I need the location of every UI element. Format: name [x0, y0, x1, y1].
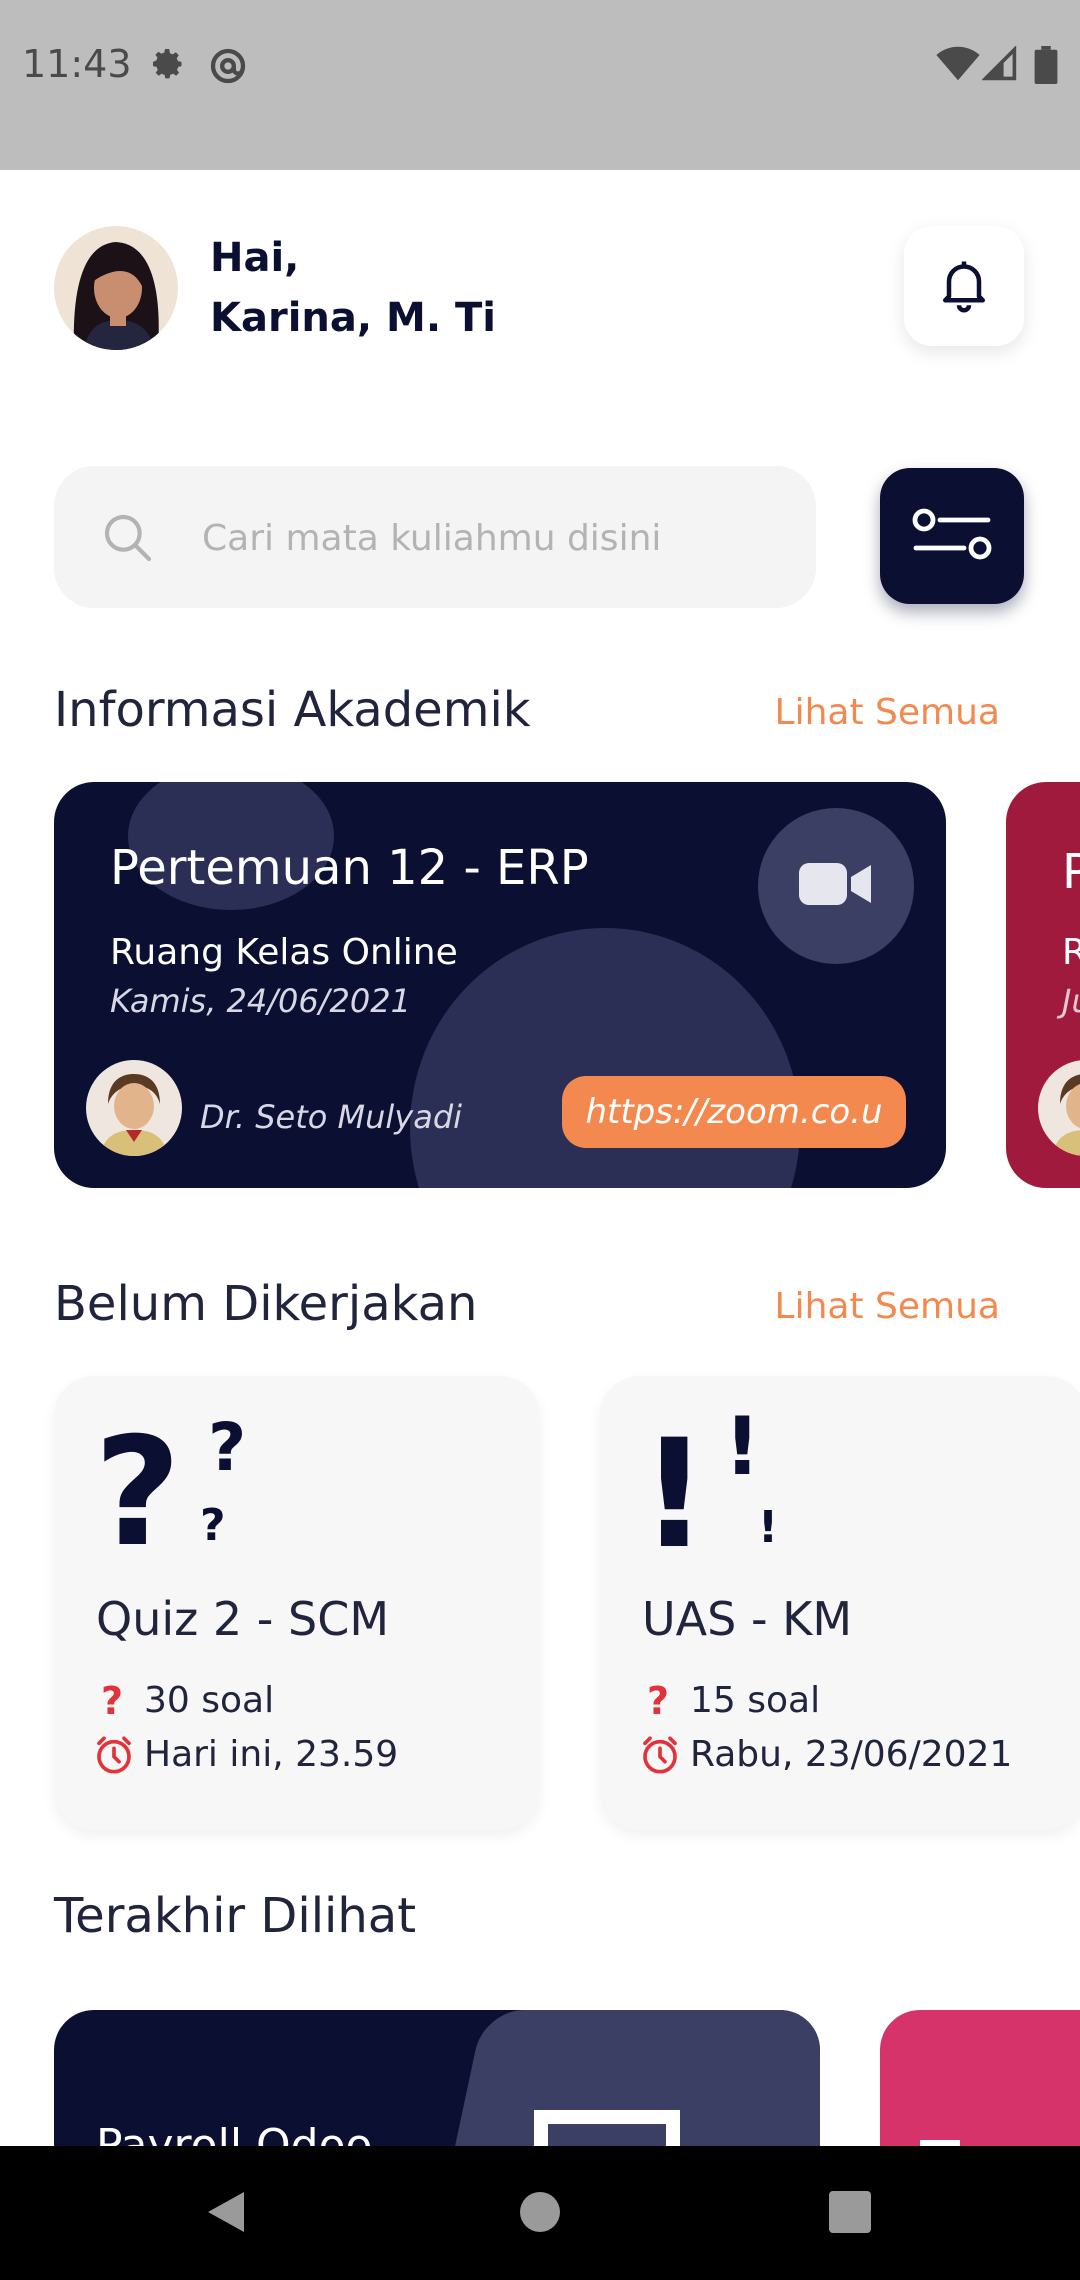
task-card[interactable]: ! ! ! UAS - KM ? 15 soal Rabu, 23/06/202… [600, 1376, 1080, 1830]
status-time: 11:43 [22, 42, 132, 86]
task-deadline-text: Rabu, 23/06/2021 [690, 1734, 1013, 1775]
see-all-pending-link[interactable]: Lihat Semua [775, 1286, 1000, 1327]
section-title-academic: Informasi Akademik [54, 682, 531, 738]
section-title-recent: Terakhir Dilihat [54, 1888, 417, 1944]
cellular-signal-icon [981, 45, 1018, 86]
academic-card-room: R [1062, 932, 1080, 973]
notification-button[interactable] [904, 226, 1024, 346]
svg-text:!: ! [758, 1502, 778, 1553]
question-mark-icon: ? [94, 1682, 134, 1720]
search-input[interactable] [202, 508, 782, 568]
recents-square-icon [829, 2191, 871, 2237]
home-button[interactable] [500, 2174, 580, 2254]
task-deadline: Rabu, 23/06/2021 [640, 1734, 1012, 1775]
recents-button[interactable] [810, 2174, 890, 2254]
task-title: Quiz 2 - SCM [96, 1592, 390, 1646]
academic-card-date: Kamis, 24/06/2021 [110, 982, 411, 1020]
task-card[interactable]: ? ? ? Quiz 2 - SCM ? 30 soal Hari ini, 2… [54, 1376, 540, 1830]
task-question-count: ? 15 soal [640, 1680, 820, 1721]
task-count-text: 30 soal [144, 1680, 275, 1721]
academic-card-title: Pertemuan 12 - ERP [110, 840, 589, 896]
task-count-text: 15 soal [690, 1680, 821, 1721]
academic-card-title: P [1062, 844, 1080, 900]
svg-text:?: ? [200, 1500, 226, 1551]
bell-icon [934, 254, 994, 318]
academic-card-date: Ju [1062, 982, 1080, 1020]
wifi-icon [936, 46, 980, 86]
back-triangle-icon [204, 2188, 248, 2240]
settings-icon [150, 46, 186, 86]
academic-card[interactable]: Pertemuan 12 - ERP Ruang Kelas Online Ka… [54, 782, 946, 1188]
meeting-link-button[interactable]: https://zoom.co.u [562, 1076, 906, 1148]
search-bar[interactable] [54, 466, 816, 608]
video-camera-icon [799, 859, 873, 913]
greeting: Hai, Karina, M. Ti [210, 228, 496, 348]
search-icon [100, 510, 156, 570]
svg-text:?: ? [208, 1409, 246, 1486]
back-button[interactable] [186, 2174, 266, 2254]
task-deadline-text: Hari ini, 23.59 [144, 1734, 399, 1775]
greeting-hello: Hai, [210, 235, 300, 281]
question-marks-icon: ? ? ? [94, 1406, 274, 1580]
at-sign-icon [208, 46, 248, 90]
task-title: UAS - KM [642, 1592, 853, 1646]
lecturer-avatar [1038, 1060, 1080, 1156]
video-call-button[interactable] [758, 808, 914, 964]
clock-icon [94, 1735, 134, 1775]
status-bar: 11:43 [0, 0, 1080, 170]
home-screen: 11:43 Hai, Karina, M. Ti Cari mata kulia… [0, 0, 1080, 2280]
user-name: Karina, M. Ti [210, 295, 496, 341]
card-decoration [410, 928, 800, 1188]
question-mark-icon: ? [640, 1682, 680, 1720]
svg-text:?: ? [94, 1406, 181, 1566]
see-all-academic-link[interactable]: Lihat Semua [775, 692, 1000, 733]
clock-icon [640, 1735, 680, 1775]
battery-icon [1034, 46, 1058, 88]
filter-button[interactable] [880, 468, 1024, 604]
svg-text:?: ? [101, 1682, 123, 1720]
filter-icon [910, 504, 994, 568]
section-title-pending: Belum Dikerjakan [54, 1276, 478, 1332]
academic-card[interactable]: P R Ju [1006, 782, 1080, 1188]
lecturer-name: Dr. Seto Mulyadi [200, 1098, 463, 1136]
svg-text:?: ? [647, 1682, 669, 1720]
lecturer-avatar [86, 1060, 182, 1156]
user-avatar[interactable] [54, 226, 178, 350]
svg-text:!: ! [640, 1408, 708, 1566]
academic-card-room: Ruang Kelas Online [110, 932, 458, 973]
system-navigation-bar [0, 2146, 1080, 2280]
task-question-count: ? 30 soal [94, 1680, 274, 1721]
task-deadline: Hari ini, 23.59 [94, 1734, 398, 1775]
svg-text:!: ! [724, 1406, 760, 1493]
home-circle-icon [518, 2190, 562, 2238]
exclamation-marks-icon: ! ! ! [640, 1400, 820, 1582]
